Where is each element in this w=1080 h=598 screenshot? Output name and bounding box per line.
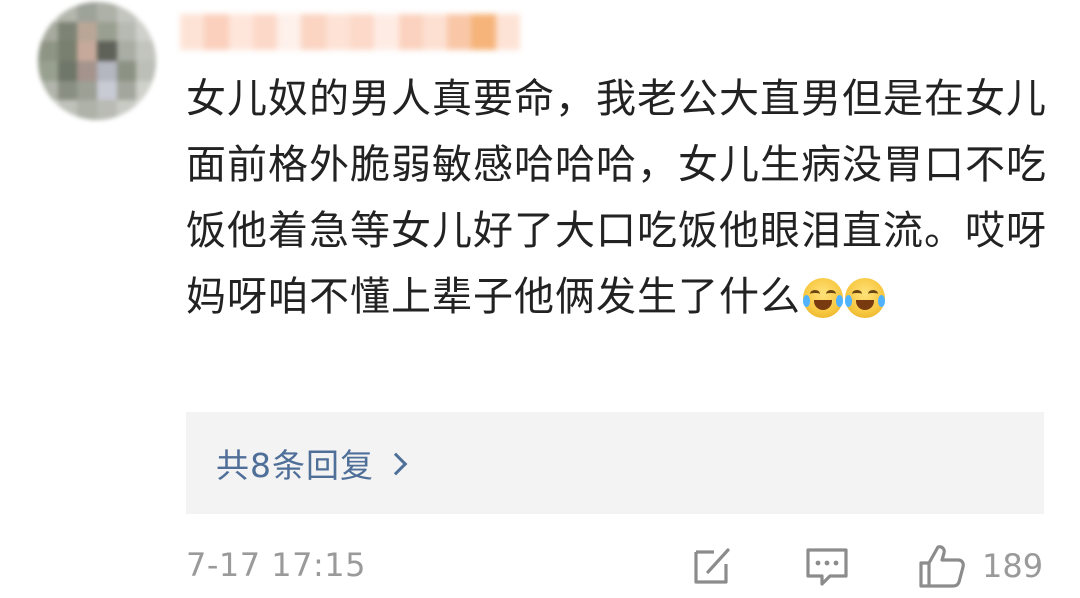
username-blurred[interactable]	[180, 14, 520, 50]
comment-card: 女儿奴的男人真要命，我老公大直男但是在女儿面前格外脆弱敏感哈哈哈，女儿生病没胃口…	[0, 0, 1080, 598]
like-button[interactable]: 189	[918, 544, 1043, 588]
laugh-cry-emoji	[803, 278, 843, 318]
view-replies-button[interactable]: 共8条回复	[186, 412, 1044, 514]
comment-body: 女儿奴的男人真要命，我老公大直男但是在女儿面前格外脆弱敏感哈哈哈，女儿生病没胃口…	[186, 76, 1047, 320]
comment-button[interactable]	[804, 544, 850, 588]
repost-button[interactable]	[690, 544, 734, 588]
timestamp: 7-17 17:15	[186, 546, 367, 584]
comment-text: 女儿奴的男人真要命，我老公大直男但是在女儿面前格外脆弱敏感哈哈哈，女儿生病没胃口…	[186, 66, 1050, 330]
comment-footer: 7-17 17:15 189	[186, 540, 1046, 596]
thumbs-up-icon	[919, 545, 965, 588]
edit-square-icon	[694, 548, 730, 584]
like-count: 189	[982, 547, 1044, 585]
comment-bubble-icon	[806, 548, 848, 586]
avatar[interactable]	[38, 2, 156, 120]
replies-count-label: 共8条回复	[216, 446, 374, 485]
laugh-cry-emoji	[845, 278, 885, 318]
chevron-right-icon	[384, 452, 408, 476]
